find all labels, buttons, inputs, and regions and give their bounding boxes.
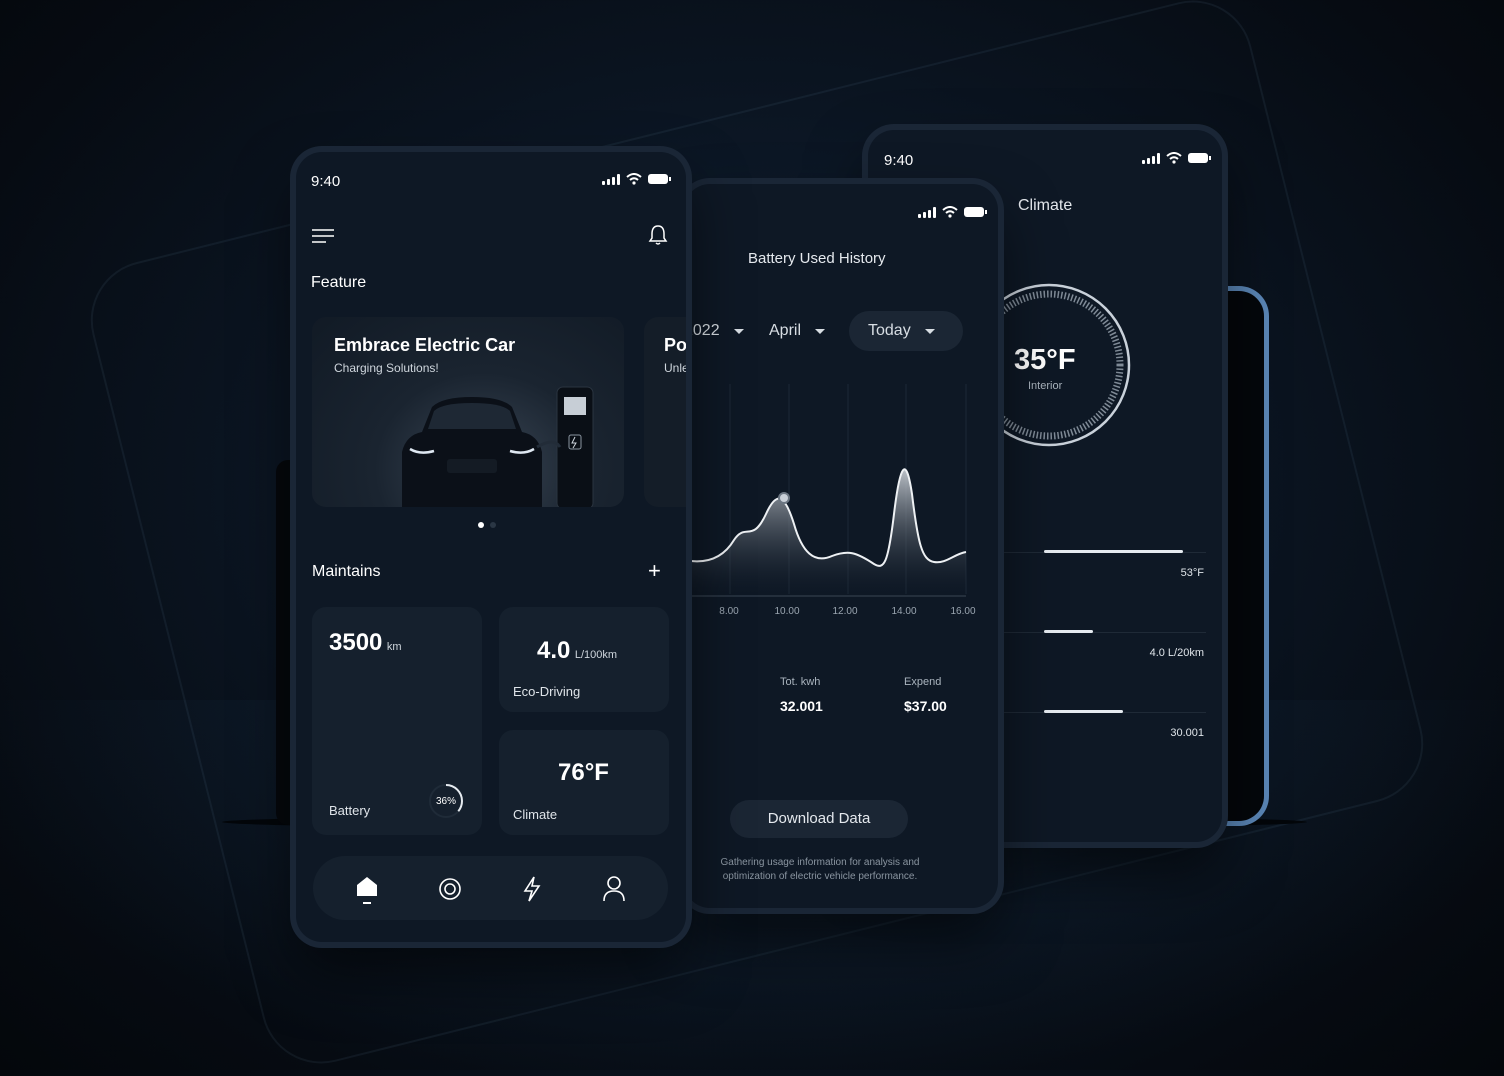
- row-level-bar[interactable]: [1044, 630, 1093, 633]
- interior-temperature: 35°F: [1014, 344, 1076, 376]
- battery-label: Battery: [329, 803, 371, 818]
- battery-tile[interactable]: 3500 km Battery 36%: [312, 607, 482, 835]
- compass-icon[interactable]: [438, 877, 462, 901]
- range-value: Today: [868, 322, 911, 339]
- chevron-down-icon: [733, 328, 744, 334]
- usage-area: [684, 469, 966, 594]
- eco-value-unit: L/100km: [574, 649, 618, 661]
- carousel-dot-active[interactable]: [478, 522, 484, 528]
- wifi-icon: [942, 206, 958, 218]
- footnote: Gathering usage information for analysis…: [684, 856, 956, 884]
- battery-range-value: 3500: [329, 629, 383, 656]
- electric-car-image: [402, 386, 594, 507]
- home-icon[interactable]: [356, 876, 378, 906]
- banner-title: Embrace Electric Car: [334, 335, 516, 355]
- profile-icon[interactable]: [603, 876, 625, 902]
- eco-label: Eco-Driving: [513, 684, 581, 699]
- signal-icon: [918, 206, 936, 218]
- row-level-bar[interactable]: [1044, 710, 1123, 713]
- banner-subtitle: Charging Solutions!: [334, 361, 439, 375]
- chart-marker[interactable]: [778, 492, 790, 504]
- row-value: 4.0 L/20km: [1149, 647, 1204, 659]
- row-divider: [998, 632, 1206, 633]
- climate-value: 76°F: [558, 759, 609, 786]
- battery-range-unit: km: [386, 641, 402, 653]
- status-icons: [602, 173, 671, 185]
- bottom-nav: [313, 856, 668, 920]
- battery-range: 3500 km: [329, 629, 402, 657]
- interior-caption: Interior: [1028, 380, 1063, 392]
- x-tick-label: 8.00: [719, 606, 739, 617]
- usage-chart: [684, 384, 967, 597]
- carousel-dot[interactable]: [490, 522, 496, 528]
- download-label: Download Data: [767, 810, 871, 827]
- signal-icon: [602, 173, 620, 185]
- row-value: 30.001: [1170, 727, 1204, 739]
- eco-value: 4.0 L/100km: [537, 637, 617, 665]
- month-dropdown[interactable]: April: [769, 322, 826, 340]
- maintains-label: Maintains: [312, 563, 381, 580]
- eco-value-number: 4.0: [537, 637, 571, 664]
- banner-next-title: Po: [664, 335, 686, 355]
- stat-label: Expend: [904, 676, 942, 688]
- eco-driving-tile[interactable]: 4.0 L/100km Eco-Driving: [499, 607, 669, 712]
- x-tick-label: 10.00: [774, 606, 800, 617]
- page-title: Climate: [1018, 197, 1073, 214]
- chevron-down-icon: [924, 328, 935, 334]
- footnote-line-2: optimization of electric vehicle perform…: [722, 871, 918, 882]
- phone-home: 9:40 Feature Embrace Electric Car Chargi…: [296, 152, 686, 942]
- banner-next-subtitle: Unle: [664, 361, 686, 375]
- year-value: 2022: [684, 322, 720, 339]
- year-dropdown[interactable]: 2022: [684, 322, 744, 340]
- plus-icon[interactable]: +: [648, 558, 661, 584]
- month-value: April: [769, 322, 802, 339]
- bell-icon[interactable]: [648, 224, 668, 246]
- phone3-accent-bar: [1222, 323, 1227, 406]
- battery-icon: [1188, 153, 1211, 163]
- stat-label: Tot. kwh: [780, 676, 821, 688]
- climate-tile[interactable]: 76°F Climate: [499, 730, 669, 835]
- x-tick-label: 14.00: [891, 606, 917, 617]
- wifi-icon: [1166, 152, 1182, 164]
- phone-battery-history: Battery Used History 2022 April Today 8.…: [684, 184, 998, 908]
- battery-percent: 36%: [435, 796, 456, 807]
- status-time: 9:40: [311, 173, 341, 190]
- status-time: 9:40: [884, 152, 914, 169]
- wifi-icon: [626, 173, 642, 185]
- carousel-dots[interactable]: [478, 522, 496, 528]
- x-tick-label: 12.00: [832, 606, 858, 617]
- stat-value: 32.001: [780, 698, 823, 714]
- range-dropdown-content: Today: [868, 322, 935, 340]
- status-icons: [1142, 152, 1211, 164]
- x-tick-label: 16.00: [950, 606, 976, 617]
- battery-icon: [964, 207, 987, 217]
- footnote-line-1: Gathering usage information for analysis…: [720, 857, 920, 868]
- climate-label: Climate: [513, 807, 558, 822]
- page-title: Battery Used History: [748, 250, 886, 267]
- battery-icon: [648, 174, 671, 184]
- menu-icon[interactable]: [312, 228, 334, 244]
- banner-card[interactable]: Embrace Electric Car Charging Solutions!: [312, 317, 624, 507]
- row-value: 53°F: [1180, 567, 1204, 579]
- signal-icon: [1142, 152, 1160, 164]
- row-level-bar[interactable]: [1044, 550, 1183, 553]
- bolt-icon[interactable]: [522, 876, 542, 902]
- status-icons: [918, 206, 987, 218]
- banner-card-next[interactable]: Po Unle: [644, 317, 686, 507]
- chevron-down-icon: [815, 328, 826, 334]
- feature-label: Feature: [311, 274, 367, 291]
- stat-value: $37.00: [904, 698, 947, 714]
